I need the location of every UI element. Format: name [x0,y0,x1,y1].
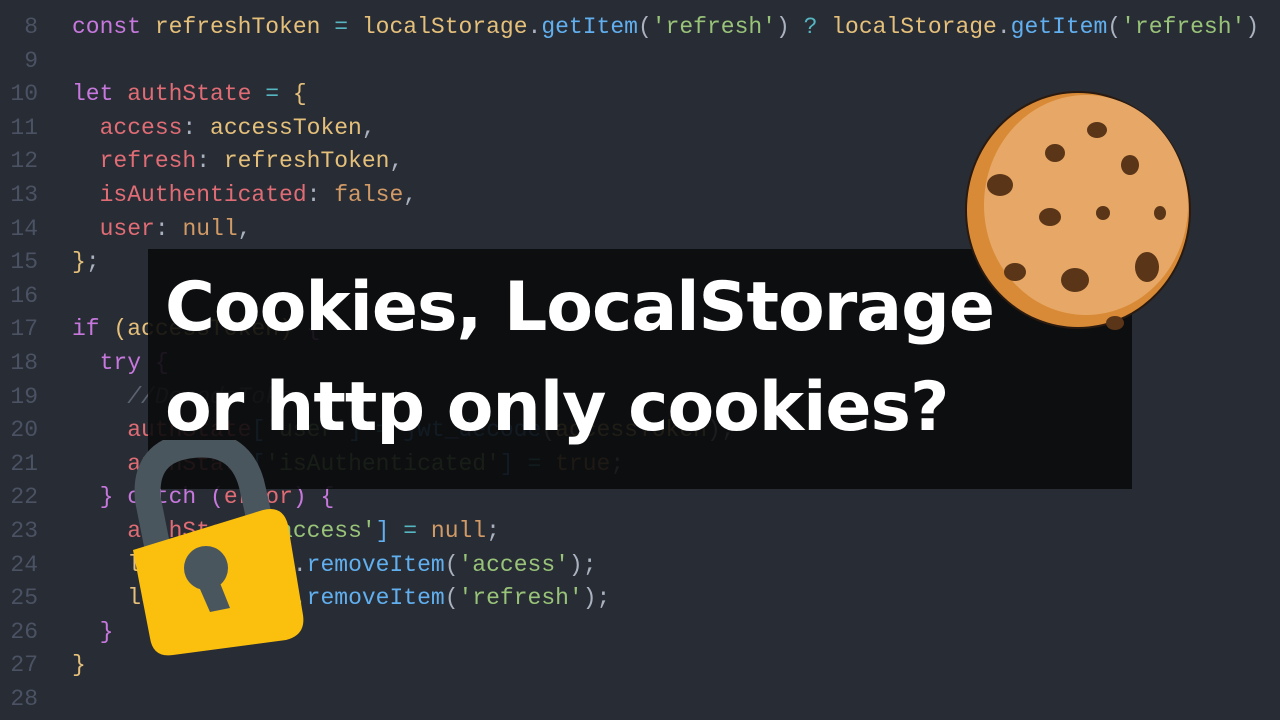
line-number: 25 [10,585,38,612]
line-number: 20 [10,417,38,444]
code-token: = [403,517,431,544]
line-number: 27 [10,652,38,679]
code-token: ? [803,14,832,40]
line-number: 22 [10,484,38,511]
code-token: 'refresh' [458,585,583,612]
line-number: 23 [10,517,38,544]
code-token: let [72,81,128,108]
line-number: 26 [10,618,38,645]
code-token: ; [486,517,500,544]
code-token: { [292,81,307,108]
code-token: ); [582,585,611,612]
code-token: try [72,349,155,376]
line-number: 28 [10,685,38,712]
padlock-icon [133,440,304,656]
code-token: ) [1245,14,1260,40]
code-token: access [72,114,183,141]
cookie-icon [965,91,1191,330]
line-number: 24 [10,551,38,578]
code-token: : [306,181,335,208]
code-token: ( [113,316,128,343]
line-number: 8 [24,14,38,40]
line-number: 14 [10,215,38,242]
code-token: refreshToken [223,148,390,175]
code-token: . [996,14,1011,40]
line-number: 16 [10,282,38,309]
code-token: accessToken [210,114,362,141]
code-token: getItem [541,14,638,40]
code-token: null [182,215,238,242]
code-token: refresh [72,148,197,175]
code-token: ] [375,517,404,544]
code-token: const [72,14,155,40]
code-token: : [196,148,224,175]
code-token: authState [127,81,266,108]
code-token: } [72,618,114,645]
code-token: refreshToken [154,14,335,40]
code-token: , [403,181,418,208]
title-line-2: or http only cookies? [165,368,949,447]
code-line: 9 [0,45,1280,79]
code-token: removeItem [306,585,445,612]
code-token: localStorage [361,14,528,40]
code-token: } [72,652,86,679]
code-token: , [361,114,376,141]
code-token: ) [776,14,804,40]
code-token: , [237,215,252,242]
code-token: , [389,148,404,175]
code-token: ( [637,14,652,40]
code-token: 'access' [458,551,569,578]
line-number: 13 [10,181,38,208]
code-line: 28 [0,683,1280,717]
code-line: 8 const refreshToken = localStorage.getIt… [0,11,1280,45]
code-token: } [72,249,86,276]
code-token: 'refresh' [651,14,776,40]
line-number: 12 [10,148,38,175]
code-token: localStorage [831,14,997,40]
code-token: if [72,316,114,343]
code-token: ); [568,551,597,578]
line-number: 19 [10,383,38,410]
line-number: 10 [10,81,38,108]
line-number: 18 [10,349,38,376]
line-number: 15 [10,249,38,276]
code-token: : [182,114,211,141]
code-token: ( [1107,14,1122,40]
code-token: . [527,14,542,40]
code-token: false [334,181,404,208]
code-token: isAuthenticated [72,181,307,208]
code-token: null [430,517,487,544]
code-token: = [265,81,293,108]
code-token: ( [444,551,459,578]
code-token: ( [444,585,459,612]
line-number: 17 [10,316,38,343]
line-number: 11 [10,114,38,141]
code-token: ; [85,249,100,276]
line-number: 9 [24,47,38,74]
title-line-1: Cookies, LocalStorage [165,268,995,347]
code-token: = [334,14,362,40]
code-token: 'refresh' [1121,14,1246,40]
code-token: : [154,215,183,242]
code-token: removeItem [306,551,445,578]
code-token: user [72,215,155,242]
code-token: getItem [1010,14,1108,40]
line-number: 21 [10,450,38,477]
